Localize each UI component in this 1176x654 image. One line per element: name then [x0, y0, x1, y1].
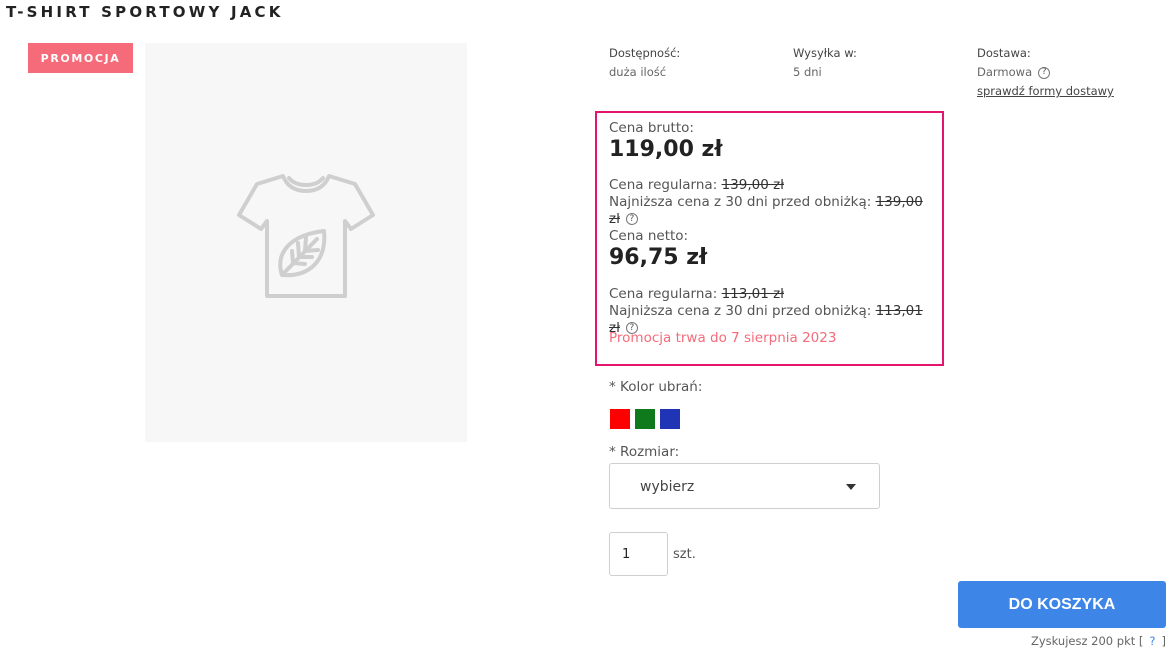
- lowest-label: Najniższa cena z 30 dni przed obniżką:: [609, 303, 872, 319]
- lowest-brutto-row: Najniższa cena z 30 dni przed obniżką: 1…: [609, 194, 934, 228]
- regular-brutto-row: Cena regularna: 139,00 zł: [609, 177, 934, 194]
- regular-netto-price: 113,01 zł: [721, 286, 785, 302]
- points-help-link[interactable]: ?: [1149, 634, 1155, 648]
- shipping-label: Wysyłka w:: [793, 46, 857, 60]
- points-bracket: ]: [1161, 634, 1167, 648]
- delivery-forms-link[interactable]: sprawdź formy dostawy: [977, 84, 1114, 98]
- size-select[interactable]: wybierz: [609, 463, 880, 509]
- regular-netto-row: Cena regularna: 113,01 zł: [609, 286, 934, 303]
- netto-price: 96,75 zł: [609, 245, 708, 270]
- quantity-input[interactable]: [609, 532, 668, 576]
- netto-label: Cena netto:: [609, 228, 689, 244]
- brutto-price: 119,00 zł: [609, 137, 723, 162]
- brutto-label: Cena brutto:: [609, 120, 694, 136]
- delivery-label: Dostawa:: [977, 46, 1031, 60]
- color-swatch[interactable]: [635, 409, 655, 429]
- promo-badge: PROMOCJA: [28, 43, 133, 73]
- availability-value: duża ilość: [609, 65, 667, 79]
- points-info: Zyskujesz 200 pkt [?]: [1031, 634, 1166, 648]
- tshirt-leaf-icon: [237, 174, 375, 298]
- price-box: Cena brutto: 119,00 zł Cena regularna: 1…: [595, 111, 944, 366]
- shipping-value: 5 dni: [793, 65, 822, 79]
- color-swatch[interactable]: [610, 409, 630, 429]
- caret-down-icon: [846, 484, 856, 490]
- color-swatch[interactable]: [660, 409, 680, 429]
- help-icon[interactable]: ?: [625, 213, 638, 225]
- regular-brutto-price: 139,00 zł: [721, 177, 785, 193]
- size-label: * Rozmiar:: [609, 444, 680, 460]
- points-text: Zyskujesz 200 pkt [: [1030, 634, 1144, 648]
- delivery-value: Darmowa: [977, 65, 1033, 79]
- product-image-placeholder: [145, 43, 467, 442]
- quantity-unit: szt.: [673, 547, 696, 562]
- regular-label: Cena regularna:: [609, 286, 718, 302]
- size-select-value: wybierz: [640, 479, 695, 495]
- promo-end-info: Promocja trwa do 7 sierpnia 2023: [609, 330, 837, 346]
- availability-info: Dostępność: duża ilość: [609, 44, 680, 82]
- color-label: * Kolor ubrań:: [609, 379, 703, 395]
- add-to-cart-button[interactable]: DO KOSZYKA: [958, 581, 1166, 628]
- product-title: T-SHIRT SPORTOWY JACK: [6, 3, 284, 21]
- shipping-info: Wysyłka w: 5 dni: [793, 44, 857, 82]
- availability-label: Dostępność:: [609, 46, 681, 60]
- lowest-label: Najniższa cena z 30 dni przed obniżką:: [609, 194, 872, 210]
- regular-label: Cena regularna:: [609, 177, 718, 193]
- help-icon[interactable]: ?: [1038, 66, 1051, 79]
- delivery-value-row: Darmowa?: [977, 63, 1114, 82]
- delivery-info: Dostawa: Darmowa? sprawdź formy dostawy: [977, 44, 1114, 101]
